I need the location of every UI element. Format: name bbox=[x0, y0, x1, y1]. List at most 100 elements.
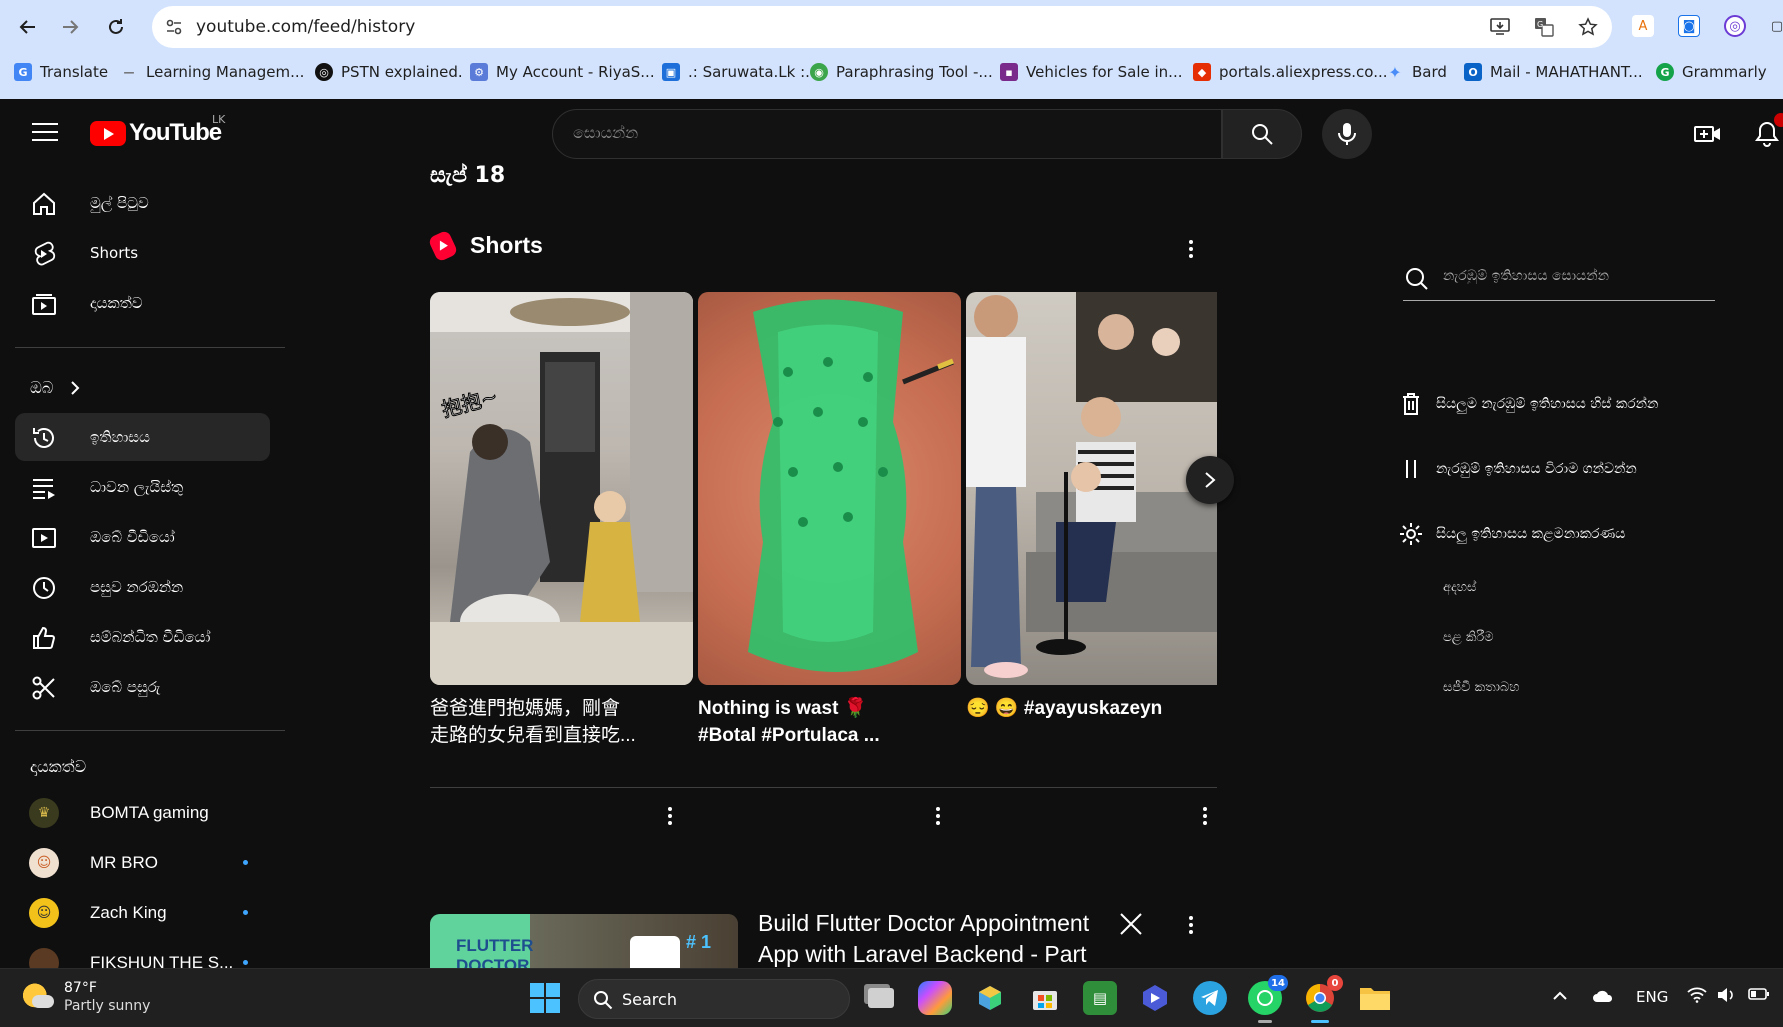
volume-icon[interactable] bbox=[1716, 987, 1736, 1007]
battery-icon[interactable] bbox=[1748, 987, 1770, 1005]
short-menu-icon[interactable] bbox=[928, 804, 948, 828]
sidebar-item-liked-videos[interactable]: සම්බන්ධිත වීඩියෝ bbox=[15, 613, 270, 661]
subscription-item[interactable]: ☺ MR BRO bbox=[15, 839, 270, 887]
sidebar-you-header[interactable]: ඔබ bbox=[15, 364, 270, 412]
gear-icon bbox=[1398, 521, 1424, 547]
pause-history-button[interactable]: නැරඹුම් ඉතිහාසය විරාම ගන්වන්න bbox=[1398, 456, 1637, 482]
manage-history-button[interactable]: සියලු ඉතිහාසය කළමනාකරණය bbox=[1398, 521, 1625, 547]
task-view-icon[interactable] bbox=[864, 981, 898, 1015]
shorts-shelf-menu-icon[interactable] bbox=[1181, 237, 1201, 261]
telegram-icon[interactable] bbox=[1193, 981, 1227, 1015]
copilot-icon[interactable] bbox=[918, 981, 952, 1015]
bookmark-item[interactable]: — Learning Managem... bbox=[120, 63, 305, 81]
browser-chrome: youtube.com/feed/history G A ◙ ◎ ▢ G Tran… bbox=[0, 0, 1783, 99]
taskbar-search[interactable]: Search bbox=[578, 979, 850, 1019]
bookmark-item[interactable]: G Translate bbox=[14, 63, 108, 81]
cube-app-icon[interactable] bbox=[973, 981, 1007, 1015]
address-bar[interactable]: youtube.com/feed/history G bbox=[152, 6, 1612, 48]
bookmark-star-icon[interactable] bbox=[1576, 15, 1600, 39]
date-heading: සැප් 18 bbox=[430, 163, 506, 188]
bookmark-item[interactable]: G Grammarly bbox=[1656, 63, 1767, 81]
video-title[interactable]: Build Flutter Doctor Appointment App wit… bbox=[758, 908, 1108, 968]
video-thumbnail[interactable]: FLUTTER DOCTOR # 1 bbox=[430, 914, 738, 968]
bookmark-item[interactable]: O Mail - MAHATHANT... bbox=[1464, 63, 1643, 81]
wifi-icon[interactable] bbox=[1687, 987, 1707, 1007]
reload-button[interactable] bbox=[102, 13, 130, 41]
short-menu-icon[interactable] bbox=[660, 804, 680, 828]
create-button[interactable] bbox=[1693, 119, 1723, 149]
short-title[interactable]: 😔 😄 #ayayuskazeyn bbox=[966, 695, 1186, 722]
file-explorer-icon[interactable] bbox=[1358, 981, 1392, 1015]
chrome-icon[interactable]: 0 bbox=[1303, 975, 1343, 1023]
translate-page-icon[interactable]: G bbox=[1532, 15, 1556, 39]
sidebar-item-clips[interactable]: ඔබේ පසුරු bbox=[15, 663, 270, 711]
sidebar-item-subscriptions[interactable]: දායකත්ව bbox=[15, 279, 270, 327]
new-content-dot bbox=[243, 860, 248, 865]
remove-from-history-button[interactable] bbox=[1118, 911, 1146, 939]
forward-arrow-icon bbox=[63, 20, 79, 34]
subscription-item[interactable]: ♛ BOMTA gaming bbox=[15, 789, 270, 837]
short-thumbnail[interactable] bbox=[966, 292, 1217, 685]
install-app-icon[interactable] bbox=[1488, 15, 1512, 39]
short-title[interactable]: Nothing is wast 🌹 #Botal #Portulaca ... bbox=[698, 695, 928, 749]
search-input[interactable] bbox=[573, 123, 1173, 142]
voice-search-button[interactable] bbox=[1322, 109, 1372, 159]
back-button[interactable] bbox=[14, 13, 42, 41]
search-box[interactable] bbox=[552, 109, 1222, 159]
site-info-icon[interactable] bbox=[162, 15, 186, 39]
whatsapp-icon[interactable]: 14 bbox=[1248, 975, 1288, 1023]
extensions-puzzle-icon[interactable]: ▢ bbox=[1766, 15, 1783, 37]
sidebar-item-watch-later[interactable]: පසුව නරඹන්න bbox=[15, 563, 270, 611]
bookmark-item[interactable]: ◆ portals.aliexpress.co... bbox=[1193, 63, 1388, 81]
extension-3-icon[interactable]: ◎ bbox=[1724, 15, 1746, 37]
subscription-item[interactable]: ☺ Zach King bbox=[15, 889, 270, 937]
show-hidden-icons-icon[interactable] bbox=[1552, 987, 1568, 1005]
svg-text:G: G bbox=[1537, 20, 1543, 29]
extension-1-icon[interactable]: A bbox=[1632, 15, 1654, 37]
short-thumbnail[interactable] bbox=[698, 292, 961, 685]
history-link-posts[interactable]: පළ කිරීම bbox=[1443, 630, 1494, 645]
openai-favicon-icon: ◎ bbox=[315, 63, 333, 81]
onedrive-cloud-icon[interactable] bbox=[1592, 989, 1614, 1007]
history-search-box[interactable] bbox=[1403, 256, 1715, 301]
bookmark-item[interactable]: ▪ Vehicles for Sale in... bbox=[1000, 63, 1182, 81]
sidebar-item-history[interactable]: ඉතිහාසය bbox=[15, 413, 270, 461]
bookmark-item[interactable]: ◉ Paraphrasing Tool -... bbox=[810, 63, 993, 81]
saruwata-favicon-icon: ▣ bbox=[662, 63, 680, 81]
microsoft-store-icon[interactable] bbox=[1028, 981, 1062, 1015]
sidebar-item-shorts[interactable]: Shorts bbox=[15, 229, 270, 277]
extension-2-icon[interactable]: ◙ bbox=[1678, 15, 1700, 37]
history-link-comments[interactable]: අදහස් bbox=[1443, 580, 1476, 595]
language-indicator[interactable]: ENG bbox=[1636, 988, 1668, 1006]
bookmark-item[interactable]: ▣.: Saruwata.Lk :. bbox=[662, 63, 810, 81]
windows-start-icon[interactable] bbox=[530, 983, 560, 1013]
shorts-next-button[interactable] bbox=[1186, 456, 1234, 504]
sidebar-item-your-videos[interactable]: ඔබේ වීඩියෝ bbox=[15, 513, 270, 561]
shorts-icon bbox=[34, 241, 56, 266]
sidebar-item-home[interactable]: මුල් පිටුව bbox=[15, 179, 270, 227]
video-menu-icon[interactable] bbox=[1181, 913, 1201, 937]
forward-button[interactable] bbox=[56, 13, 84, 41]
history-search-input[interactable] bbox=[1443, 268, 1703, 284]
chrome-badge: 0 bbox=[1327, 975, 1343, 991]
sidebar-item-playlists[interactable]: ධාවන ලැයිස්තු bbox=[15, 463, 270, 511]
clear-history-button[interactable]: සියලුම නැරඹුම් ඉතිහාසය හිස් කරන්න bbox=[1398, 391, 1658, 417]
spreadsheet-app-icon[interactable]: ▤ bbox=[1083, 981, 1117, 1015]
notifications-button[interactable] bbox=[1752, 113, 1783, 149]
close-icon bbox=[1120, 913, 1142, 935]
bookmark-item[interactable]: ✦ Bard bbox=[1386, 63, 1447, 82]
subscription-item[interactable]: FIKSHUN THE S... bbox=[15, 939, 270, 968]
media-app-icon[interactable] bbox=[1138, 981, 1172, 1015]
avatar: ☺ bbox=[29, 848, 59, 878]
history-link-live-chat[interactable]: සජීවී කතාබහ bbox=[1443, 680, 1520, 695]
short-thumbnail[interactable]: 抱抱~ bbox=[430, 292, 693, 685]
short-menu-icon[interactable] bbox=[1195, 804, 1215, 828]
search-button[interactable] bbox=[1222, 109, 1302, 159]
youtube-logo[interactable]: YouTube LK bbox=[90, 113, 225, 147]
menu-icon[interactable] bbox=[32, 123, 58, 143]
short-title[interactable]: 爸爸進門抱媽媽，剛會 走路的女兒看到直接吃... bbox=[430, 695, 660, 749]
shorts-shelf-header: Shorts bbox=[427, 229, 543, 262]
weather-widget[interactable]: 87°F Partly sunny bbox=[22, 979, 150, 1015]
bookmark-item[interactable]: ◎ PSTN explained. bbox=[315, 63, 463, 81]
bookmark-item[interactable]: ⚙ My Account - RiyaS... bbox=[470, 63, 655, 81]
